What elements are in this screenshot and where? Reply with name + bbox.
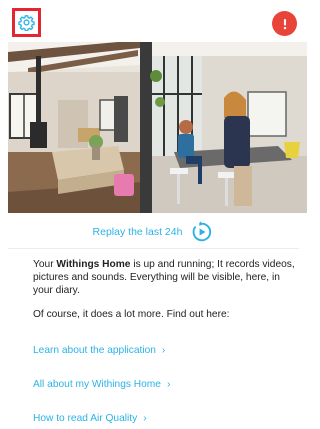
alert-button[interactable] — [272, 11, 297, 36]
link-label[interactable]: Learn about the application — [33, 345, 156, 356]
settings-button[interactable] — [12, 8, 41, 37]
find-out-text: Of course, it does a lot more. Find out … — [33, 309, 230, 320]
intro-part1: Your — [33, 259, 57, 270]
link-learn-application[interactable]: Learn about the application › — [33, 345, 165, 356]
chevron-right-icon: › — [161, 345, 166, 356]
intro-paragraph: Your Withings Home is up and running; It… — [33, 258, 295, 298]
link-label[interactable]: All about my Withings Home — [33, 379, 161, 390]
top-bar — [0, 0, 307, 42]
replay-label[interactable]: Replay the last 24h — [93, 226, 183, 238]
chevron-right-icon: › — [143, 413, 147, 424]
section-divider — [8, 248, 299, 249]
link-air-quality[interactable]: How to read Air Quality › — [33, 413, 147, 424]
replay-row[interactable]: Replay the last 24h — [0, 219, 307, 245]
gear-icon — [18, 15, 35, 31]
living-room-scene-image — [8, 42, 307, 213]
link-label[interactable]: How to read Air Quality — [33, 413, 137, 424]
camera-video-thumbnail[interactable] — [8, 42, 307, 213]
chevron-right-icon: › — [166, 379, 171, 390]
intro-brand: Withings Home — [56, 259, 131, 270]
link-about-withings-home[interactable]: All about my Withings Home › — [33, 379, 170, 390]
replay-icon[interactable] — [190, 220, 214, 244]
exclamation-icon — [283, 18, 286, 29]
